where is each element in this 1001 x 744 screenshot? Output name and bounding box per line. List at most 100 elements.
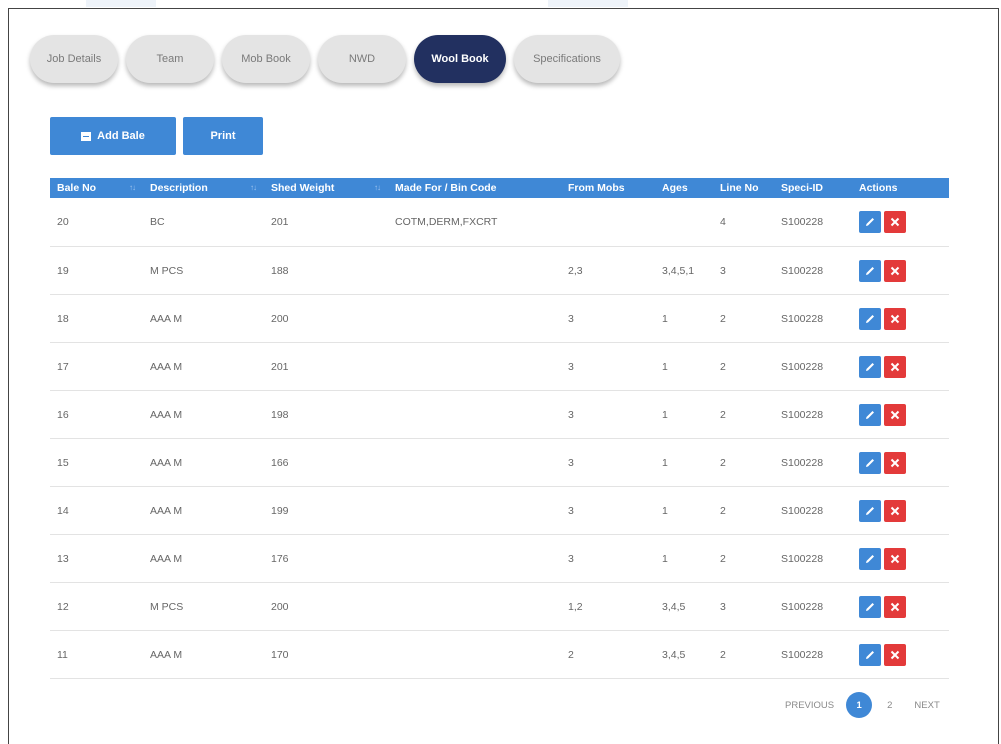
table-row: 13 AAA M 176 3 1 2 S100228 [50,534,949,583]
add-bale-button[interactable]: Add Bale [50,117,176,155]
edit-button[interactable] [859,211,881,233]
cell-line-no: 2 [713,630,774,679]
delete-button[interactable] [884,547,906,570]
pencil-icon [866,218,874,226]
tab-mob-book[interactable]: Mob Book [222,35,310,83]
cell-bale-no: 15 [50,438,143,487]
edit-button[interactable] [859,499,881,522]
cell-ages: 3,4,5,1 [655,246,713,295]
tab-team[interactable]: Team [126,35,214,83]
cell-speci-id: S100228 [774,246,852,295]
cell-actions [852,294,949,343]
cell-line-no: 4 [713,198,774,247]
cell-line-no: 2 [713,438,774,487]
cell-speci-id: S100228 [774,342,852,391]
cell-ages: 3,4,5 [655,582,713,631]
pencil-icon [866,266,874,275]
cell-bale-no: 19 [50,246,143,295]
edit-button[interactable] [859,547,881,570]
edit-button[interactable] [859,307,881,330]
cell-from-mobs [561,198,655,247]
col-ages[interactable]: Ages [655,178,713,198]
edit-button[interactable] [859,355,881,378]
close-icon [890,650,900,659]
add-bale-icon [81,131,92,141]
delete-button[interactable] [884,643,906,666]
edit-button[interactable] [859,403,881,426]
delete-button[interactable] [884,499,906,522]
pencil-icon [866,458,874,467]
delete-button[interactable] [884,307,906,330]
delete-button[interactable] [884,211,906,233]
page-2-button[interactable]: 2 [887,700,892,711]
col-bale-no[interactable]: Bale No ↑↓ [50,178,143,198]
cell-shed-weight: 170 [264,630,388,679]
pencil-icon [866,506,874,515]
table-row: 17 AAA M 201 3 1 2 S100228 [50,342,949,391]
col-made-for[interactable]: Made For / Bin Code [388,178,561,198]
table-row: 14 AAA M 199 3 1 2 S100228 [50,486,949,535]
page-1-button[interactable]: 1 [846,692,873,718]
col-speci-id[interactable]: Speci-ID [774,178,852,198]
tab-job-details[interactable]: Job Details [30,35,118,83]
col-from-mobs[interactable]: From Mobs [561,178,655,198]
col-shed-weight[interactable]: Shed Weight ↑↓ [264,178,388,198]
delete-button[interactable] [884,355,906,378]
cell-line-no: 3 [713,246,774,295]
cell-ages [655,198,713,247]
cell-line-no: 2 [713,294,774,343]
cell-shed-weight: 199 [264,486,388,535]
cell-from-mobs: 3 [561,342,655,391]
cell-made-for [388,294,561,343]
col-line-no[interactable]: Line No [713,178,774,198]
cell-actions [852,246,949,295]
cell-description: AAA M [143,390,264,439]
next-button[interactable]: NEXT [914,700,939,711]
cell-made-for [388,246,561,295]
cell-speci-id: S100228 [774,486,852,535]
cell-actions [852,198,949,247]
delete-button[interactable] [884,451,906,474]
cell-shed-weight: 200 [264,582,388,631]
delete-button[interactable] [884,259,906,282]
cell-speci-id: S100228 [774,198,852,247]
cell-from-mobs: 3 [561,438,655,487]
table-header-row: Bale No ↑↓ Description ↑↓ Shed Weight ↑↓ Ma… [50,178,949,198]
cell-speci-id: S100228 [774,582,852,631]
delete-button[interactable] [884,595,906,618]
cell-line-no: 2 [713,486,774,535]
header-label: Shed Weight [271,182,335,194]
table-row: 16 AAA M 198 3 1 2 S100228 [50,390,949,439]
close-icon [890,362,900,371]
close-icon [890,458,900,467]
cell-description: AAA M [143,294,264,343]
cell-description: AAA M [143,342,264,391]
close-icon [890,554,900,563]
edit-button[interactable] [859,451,881,474]
edit-button[interactable] [859,643,881,666]
header-label: Description [150,182,208,194]
tab-nwd[interactable]: NWD [318,35,406,83]
cell-bale-no: 11 [50,630,143,679]
print-button[interactable]: Print [183,117,263,155]
tab-wool-book[interactable]: Wool Book [414,35,506,83]
edit-button[interactable] [859,259,881,282]
cell-ages: 1 [655,294,713,343]
col-description[interactable]: Description ↑↓ [143,178,264,198]
row-actions [859,211,949,233]
cell-made-for [388,534,561,583]
row-actions [859,547,949,570]
tab-specifications[interactable]: Specifications [514,35,620,83]
cell-actions [852,582,949,631]
cell-actions [852,534,949,583]
cell-ages: 1 [655,438,713,487]
previous-button[interactable]: PREVIOUS [785,700,834,711]
cell-description: BC [143,198,264,247]
delete-button[interactable] [884,403,906,426]
edit-button[interactable] [859,595,881,618]
cell-actions [852,342,949,391]
close-icon [890,266,900,275]
cell-from-mobs: 3 [561,390,655,439]
sort-icon: ↑↓ [129,183,136,192]
cell-bale-no: 17 [50,342,143,391]
